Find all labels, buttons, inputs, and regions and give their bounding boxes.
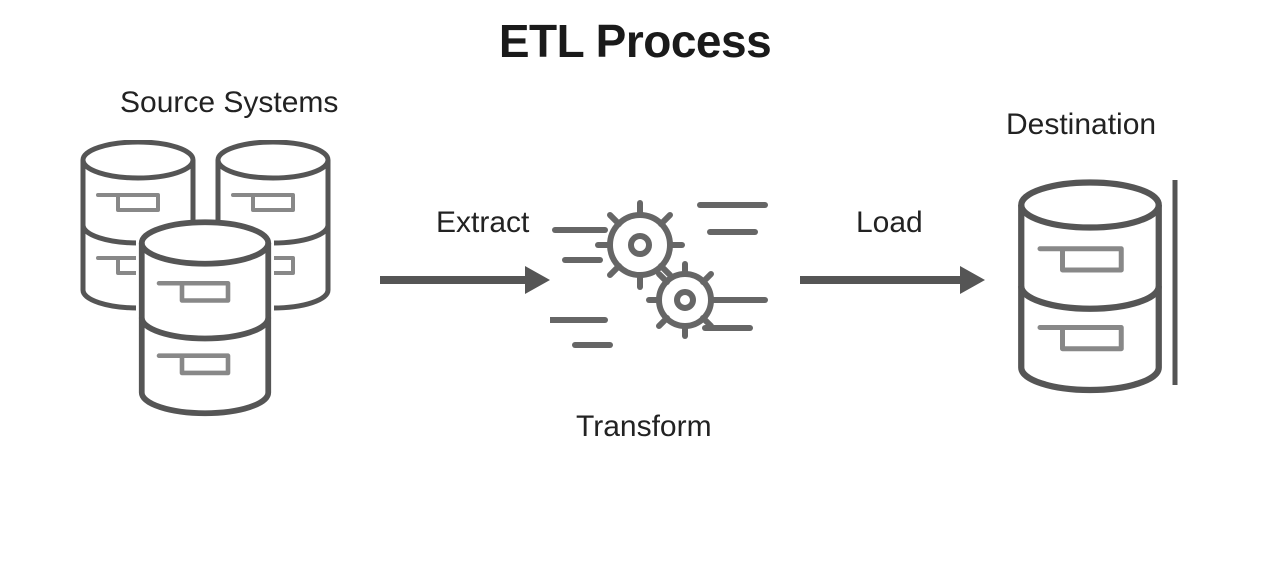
extract-label: Extract: [436, 206, 529, 240]
destination-label: Destination: [1006, 108, 1156, 142]
diagram-title: ETL Process: [0, 14, 1270, 68]
transform-label: Transform: [576, 410, 712, 444]
load-arrow-icon: [800, 260, 985, 300]
source-databases-icon: [48, 140, 368, 450]
transform-gears-icon: [550, 190, 770, 360]
source-systems-label: Source Systems: [120, 86, 338, 120]
diagram-canvas: ETL Process Source Systems Destination E…: [0, 0, 1270, 568]
load-label: Load: [856, 206, 923, 240]
extract-arrow-icon: [380, 260, 550, 300]
destination-database-icon: [990, 170, 1190, 420]
